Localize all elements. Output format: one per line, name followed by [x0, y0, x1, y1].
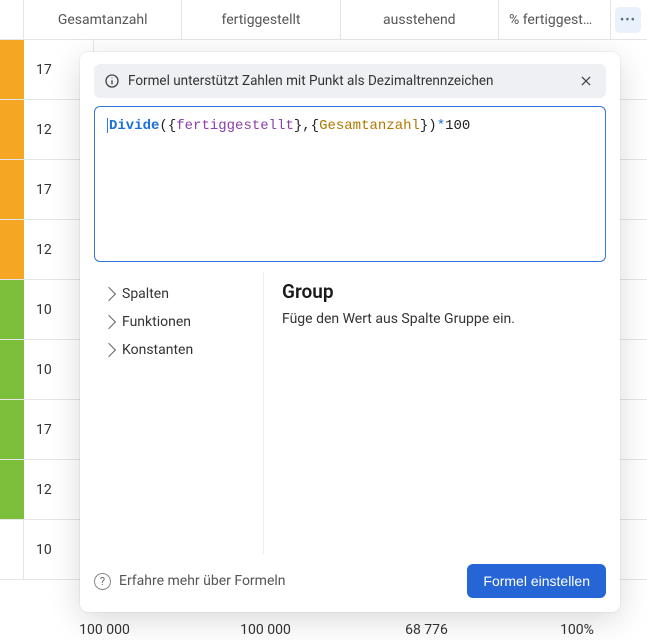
- detail-desc: Füge den Wert aus Spalte Gruppe ein.: [282, 311, 515, 327]
- learn-more-link[interactable]: ? Erfahre mehr über Formeln: [94, 573, 286, 590]
- formula-popover: Formel unterstützt Zahlen mit Punkt als …: [80, 52, 620, 612]
- info-icon: [104, 73, 120, 89]
- tree-constants[interactable]: Konstanten: [96, 336, 259, 364]
- header-ausstehend[interactable]: ausstehend: [341, 0, 499, 39]
- total-ausstehend: 68 776: [346, 614, 507, 638]
- help-icon: ?: [94, 573, 111, 590]
- tree-columns[interactable]: Spalten: [96, 280, 259, 308]
- chevron-right-icon: [102, 315, 116, 329]
- header-gesamtanzahl[interactable]: Gesamtanzahl: [24, 0, 182, 39]
- totals-row: 100 000 100 000 68 776 100%: [0, 614, 647, 638]
- column-headers: Gesamtanzahl fertiggestellt ausstehend %…: [0, 0, 647, 40]
- detail-title: Group: [282, 280, 515, 303]
- total-gesamtanzahl: 100 000: [24, 614, 185, 638]
- chevron-right-icon: [102, 343, 116, 357]
- tree-label: Spalten: [122, 286, 169, 302]
- tree-label: Funktionen: [122, 314, 191, 330]
- header-pct-fertiggestellt[interactable]: % fertiggest…: [499, 0, 611, 39]
- learn-more-label: Erfahre mehr über Formeln: [119, 573, 286, 589]
- dots-icon: •••: [620, 14, 636, 27]
- tree-label: Konstanten: [122, 342, 193, 358]
- info-text: Formel unterstützt Zahlen mit Punkt als …: [128, 73, 494, 89]
- close-icon: [579, 74, 593, 88]
- formula-editor[interactable]: Divide({fertiggestellt},{Gesamtanzahl})*…: [94, 106, 606, 262]
- total-fertiggestellt: 100 000: [185, 614, 346, 638]
- chevron-right-icon: [102, 287, 116, 301]
- header-fertiggestellt[interactable]: fertiggestellt: [182, 0, 340, 39]
- tree-functions[interactable]: Funktionen: [96, 308, 259, 336]
- reference-tree: Spalten Funktionen Konstanten: [94, 272, 264, 554]
- close-button[interactable]: [576, 71, 596, 91]
- reference-detail: Group Füge den Wert aus Spalte Gruppe ei…: [264, 272, 519, 554]
- column-options-button[interactable]: •••: [615, 7, 641, 33]
- info-bar: Formel unterstützt Zahlen mit Punkt als …: [94, 64, 606, 98]
- apply-formula-button[interactable]: Formel einstellen: [467, 564, 606, 598]
- total-pct: 100%: [507, 614, 647, 638]
